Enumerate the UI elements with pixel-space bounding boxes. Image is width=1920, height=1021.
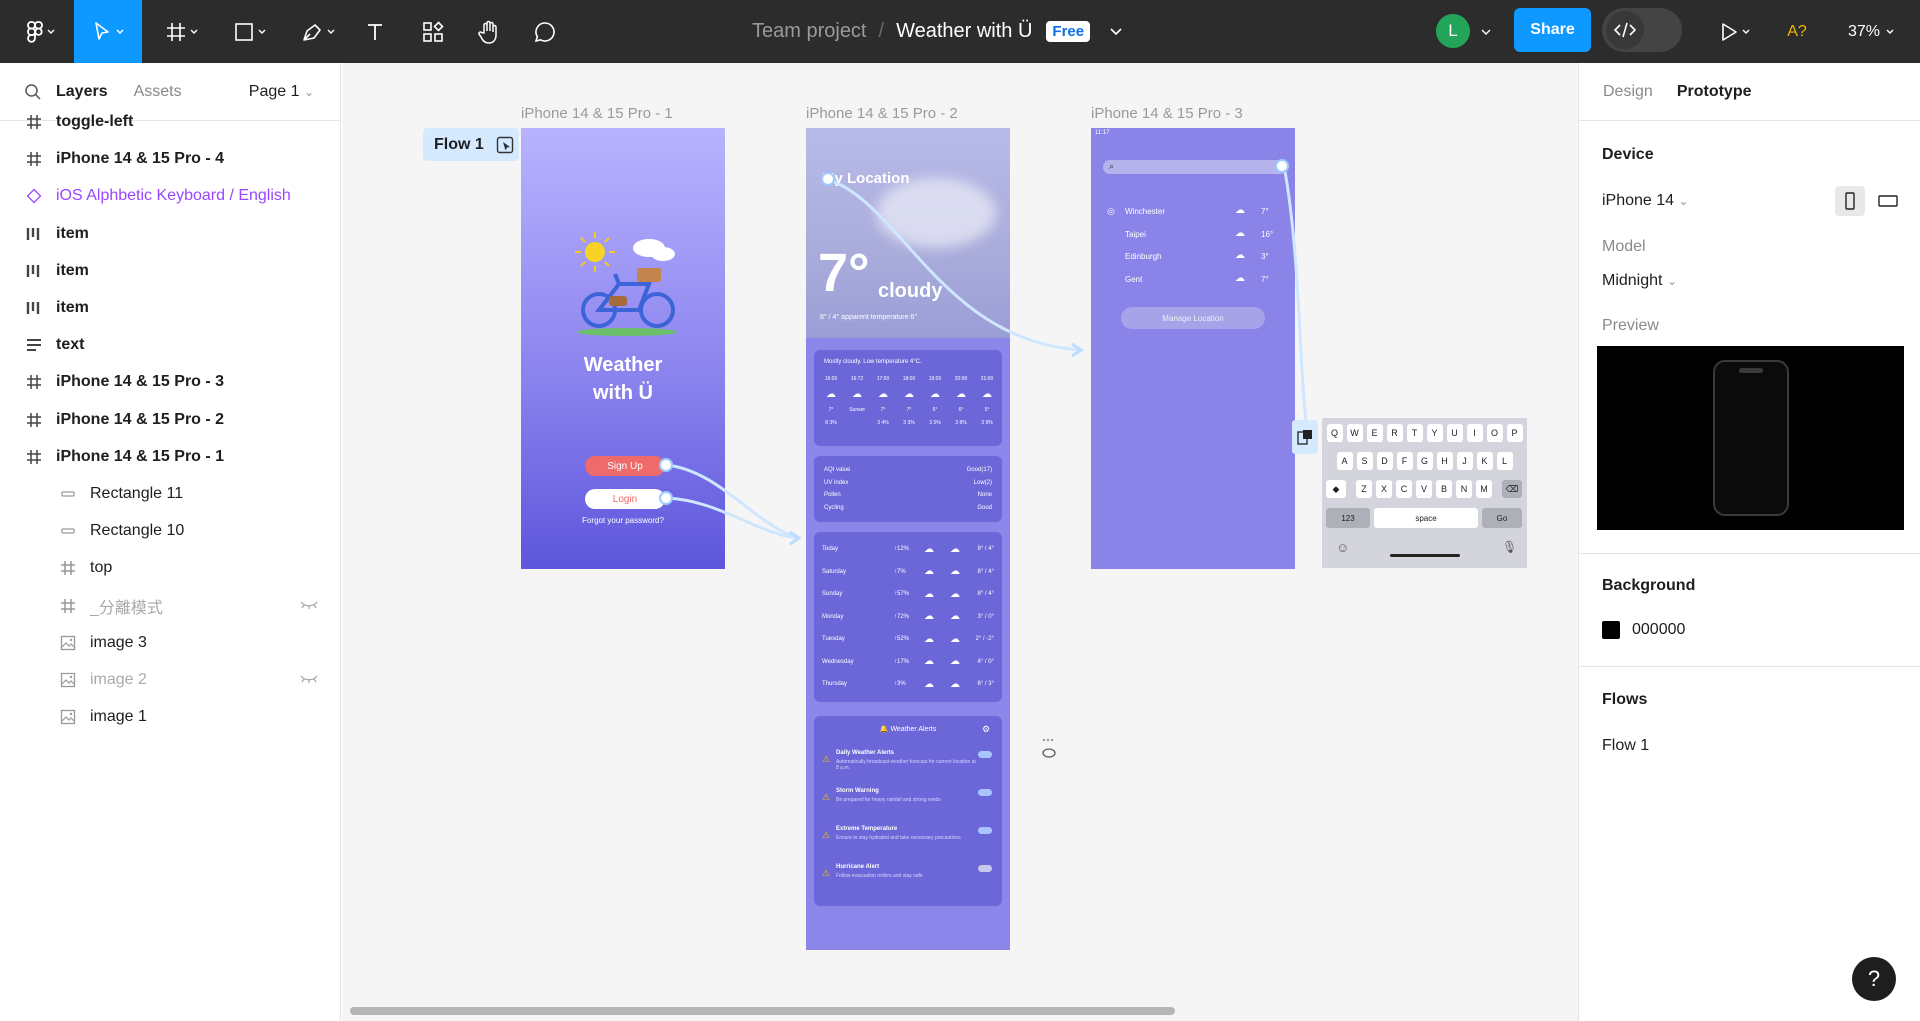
device-heading: Device xyxy=(1602,146,1654,163)
right-panel-tabs: Design Prototype xyxy=(1579,63,1920,121)
chevron-down-icon xyxy=(1742,29,1750,34)
connection-search xyxy=(1282,165,1308,421)
portrait-icon xyxy=(1845,192,1855,210)
tab-prototype[interactable]: Prototype xyxy=(1677,83,1752,101)
help-button[interactable]: ? xyxy=(1852,957,1896,1001)
connection-login xyxy=(665,496,801,540)
background-swatch[interactable] xyxy=(1602,621,1620,639)
code-icon xyxy=(1614,22,1636,38)
device-select[interactable]: iPhone 14 ⌄ xyxy=(1602,192,1689,210)
background-heading: Background xyxy=(1602,577,1696,594)
preview-label: Preview xyxy=(1602,317,1659,334)
properties-panel: Design Prototype Device iPhone 14 ⌄ Mode… xyxy=(1578,63,1920,1021)
connection-location xyxy=(825,177,1081,352)
present-button[interactable] xyxy=(1712,0,1758,63)
background-color-field[interactable]: 000000 xyxy=(1602,621,1685,639)
link-icon xyxy=(1042,748,1056,758)
tab-design[interactable]: Design xyxy=(1603,83,1653,101)
flows-heading: Flows xyxy=(1602,691,1648,708)
chevron-down-icon: ⌄ xyxy=(1666,274,1677,288)
chevron-down-icon xyxy=(1886,29,1894,34)
model-label: Model xyxy=(1602,238,1646,255)
phone-mockup xyxy=(1713,360,1789,516)
chevron-down-icon: ⌄ xyxy=(1678,194,1689,208)
dev-mode-toggle[interactable] xyxy=(1602,8,1682,52)
portrait-button[interactable] xyxy=(1835,186,1865,216)
horizontal-scrollbar[interactable] xyxy=(350,1007,1175,1015)
device-preview xyxy=(1597,346,1904,530)
landscape-button[interactable] xyxy=(1873,186,1903,216)
zoom-control[interactable]: 37% xyxy=(1848,0,1894,63)
zoom-level: 37% xyxy=(1848,22,1881,40)
divider xyxy=(1579,666,1920,667)
flow-list-item[interactable]: Flow 1 xyxy=(1602,737,1649,755)
missing-fonts-button[interactable]: A? xyxy=(1782,0,1812,63)
model-value: Midnight xyxy=(1602,272,1663,289)
prototype-connections xyxy=(659,159,1308,758)
landscape-icon xyxy=(1878,195,1898,207)
divider xyxy=(1579,553,1920,554)
background-hex[interactable]: 000000 xyxy=(1632,621,1685,639)
model-select[interactable]: Midnight ⌄ xyxy=(1602,272,1677,290)
play-icon xyxy=(1722,22,1737,41)
device-value: iPhone 14 xyxy=(1602,192,1675,209)
